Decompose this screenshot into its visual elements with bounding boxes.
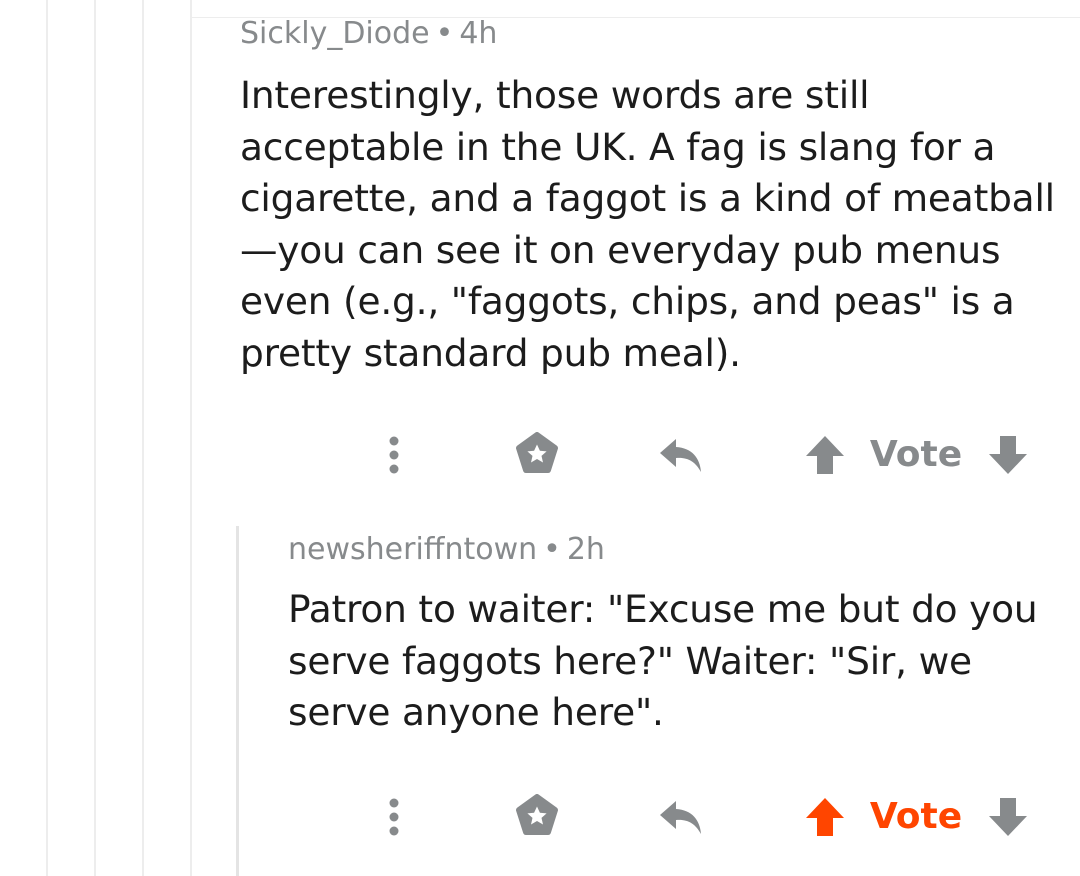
comment: Sickly_Diode • 4h Interestingly, those wor…	[240, 16, 1070, 379]
upvote-arrow-icon	[806, 436, 844, 474]
vote-label: Vote	[868, 427, 964, 483]
more-vertical-icon	[389, 436, 399, 474]
comment-actions: Vote	[0, 427, 1080, 483]
vote-label: Vote	[868, 789, 964, 845]
comment-body: Patron to waiter: "Excuse me but do you …	[288, 587, 1038, 734]
vote-count-label: Vote	[869, 434, 963, 475]
award-icon	[516, 432, 558, 473]
reply-actions: Vote	[0, 789, 1080, 845]
comment-meta: newsheriffntown • 2h	[288, 532, 1068, 568]
downvote-button[interactable]	[985, 789, 1031, 845]
more-options-button[interactable]	[374, 427, 414, 483]
comment-author[interactable]: Sickly_Diode	[240, 16, 430, 51]
reply-button[interactable]	[656, 789, 706, 845]
downvote-arrow-icon	[989, 436, 1027, 474]
comment-age: 2h	[566, 532, 605, 567]
meta-separator: •	[543, 532, 561, 567]
reply-icon	[660, 439, 701, 472]
downvote-button[interactable]	[985, 427, 1031, 483]
award-button[interactable]	[510, 789, 564, 845]
reply-comment: newsheriffntown • 2h Patron to waiter: "Ex…	[288, 532, 1068, 739]
upvote-button[interactable]	[802, 427, 848, 483]
award-button[interactable]	[510, 427, 564, 483]
upvote-arrow-icon	[806, 798, 844, 836]
comment-body: Interestingly, those words are still acc…	[240, 73, 1055, 375]
reply-icon	[660, 801, 701, 834]
comment-meta: Sickly_Diode • 4h	[240, 16, 1070, 52]
meta-separator: •	[435, 16, 454, 51]
vote-count-label: Vote	[869, 796, 963, 837]
award-icon	[516, 794, 558, 835]
comment-age: 4h	[459, 16, 498, 51]
upvote-button[interactable]	[802, 789, 848, 845]
reply-button[interactable]	[656, 427, 706, 483]
more-options-button[interactable]	[374, 789, 414, 845]
downvote-arrow-icon	[989, 798, 1027, 836]
more-vertical-icon	[389, 798, 399, 836]
comment-author[interactable]: newsheriffntown	[288, 532, 537, 567]
